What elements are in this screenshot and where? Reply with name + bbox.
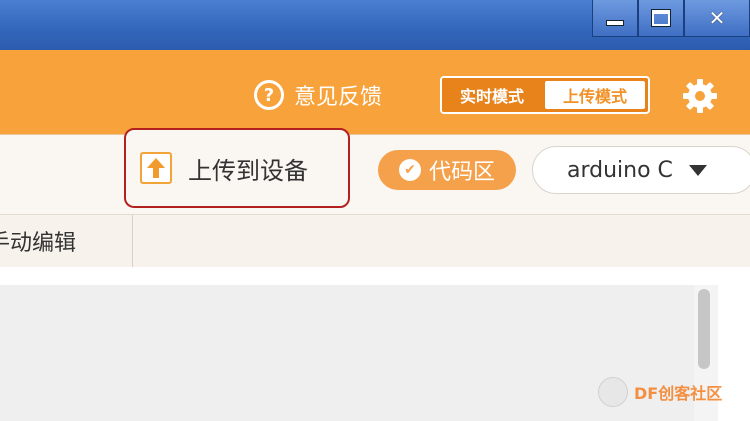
close-button[interactable]: ✕ [684, 0, 750, 37]
watermark: DF创客社区 [598, 374, 722, 410]
feedback-button[interactable]: ? 意见反馈 [254, 76, 382, 114]
editor-tabstrip: 手动编辑 [0, 214, 750, 268]
tab-manual-edit[interactable]: 手动编辑 [0, 215, 133, 267]
window-titlebar: ✕ [0, 0, 750, 50]
settings-button[interactable] [680, 76, 720, 116]
upload-to-device-label: 上传到设备 [188, 156, 308, 185]
editor-text-area[interactable] [0, 285, 694, 421]
gear-icon [683, 79, 717, 113]
watermark-logo-icon [598, 377, 628, 407]
minimize-button[interactable] [592, 0, 638, 37]
window-controls: ✕ [592, 0, 750, 37]
question-bubble-icon: ? [254, 80, 284, 110]
feedback-label: 意见反馈 [294, 85, 383, 110]
check-icon: ✔ [398, 159, 421, 181]
tab-label: 手动编辑 [0, 231, 77, 256]
code-area-toggle[interactable]: ✔ 代码区 [378, 150, 516, 190]
app-header: ? 意见反馈 实时模式 上传模式 [0, 50, 750, 134]
upload-to-device-button[interactable]: 上传到设备 [124, 128, 350, 208]
mode-toggle: 实时模式 上传模式 [440, 76, 650, 114]
code-area-label: 代码区 [428, 160, 495, 185]
language-select-value: arduino C [567, 157, 673, 183]
language-select[interactable]: arduino C [532, 146, 750, 194]
upload-arrow-icon [140, 152, 172, 184]
maximize-icon [651, 9, 671, 27]
scrollbar-thumb[interactable] [698, 289, 710, 369]
maximize-button[interactable] [638, 0, 684, 37]
upload-mode-tab[interactable]: 上传模式 [545, 81, 645, 109]
chevron-down-icon [688, 164, 707, 176]
minimize-icon [606, 20, 624, 26]
watermark-text: DF创客社区 [634, 384, 723, 403]
realtime-mode-tab[interactable]: 实时模式 [442, 78, 542, 112]
close-icon: ✕ [708, 6, 726, 30]
